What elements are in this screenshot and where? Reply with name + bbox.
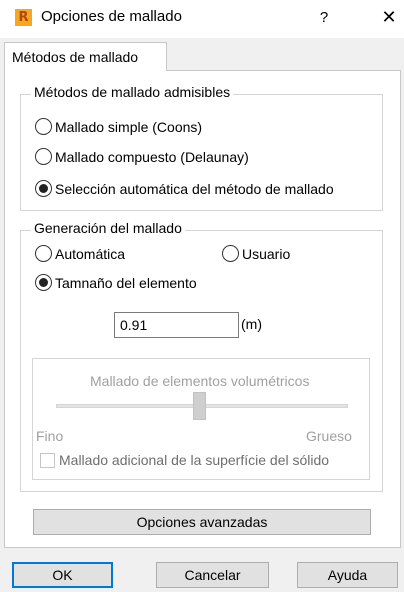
radio-usuario[interactable]: Usuario — [222, 245, 290, 262]
radio-label: Selección automática del método de malla… — [55, 180, 334, 197]
advanced-options-button[interactable]: Opciones avanzadas — [33, 509, 371, 535]
help-icon[interactable]: ? — [312, 5, 336, 31]
radio-mallado-compuesto[interactable]: Mallado compuesto (Delaunay) — [35, 148, 249, 165]
radio-circle — [35, 245, 52, 262]
mesh-density-slider-thumb[interactable] — [193, 392, 206, 420]
ok-button[interactable]: OK — [12, 562, 113, 588]
checkbox-box — [40, 452, 55, 468]
checkbox-label: Mallado adicional de la superfície del s… — [59, 452, 330, 468]
methods-group-title: Métodos de mallado admisibles — [31, 84, 234, 100]
surface-mesh-checkbox[interactable]: Mallado adicional de la superfície del s… — [40, 452, 329, 468]
window-title: Opciones de mallado — [41, 8, 182, 25]
radio-circle — [222, 245, 239, 262]
slider-max-label: Grueso — [306, 428, 352, 444]
generation-group-title: Generación del mallado — [31, 220, 185, 236]
radio-label: Tamnaño del elemento — [55, 274, 197, 291]
radio-circle — [35, 148, 52, 165]
cancel-button[interactable]: Cancelar — [156, 562, 269, 588]
help-button[interactable]: Ayuda — [297, 562, 398, 588]
radio-tamano-elemento[interactable]: Tamnaño del elemento — [35, 274, 197, 291]
tab-label: Métodos de mallado — [12, 49, 139, 65]
radio-label: Mallado simple (Coons) — [55, 118, 203, 135]
close-icon[interactable]: ✕ — [378, 5, 400, 31]
tab-metodos-de-mallado[interactable]: Métodos de mallado — [4, 42, 167, 71]
radio-label: Usuario — [242, 245, 291, 262]
radio-label: Automática — [55, 245, 126, 262]
title-bar: R Opciones de mallado ? ✕ — [0, 0, 404, 38]
volumetric-title: Mallado de elementos volumétricos — [90, 373, 310, 389]
app-icon: R — [15, 9, 32, 26]
slider-min-label: Fino — [36, 428, 64, 444]
element-size-input[interactable] — [114, 312, 239, 338]
element-size-unit: (m) — [241, 316, 262, 332]
radio-seleccion-automatica[interactable]: Selección automática del método de malla… — [35, 180, 334, 197]
radio-label: Mallado compuesto (Delaunay) — [55, 148, 249, 165]
radio-circle — [35, 118, 52, 135]
radio-circle-selected — [35, 180, 52, 197]
radio-circle-selected — [35, 274, 52, 291]
radio-mallado-simple[interactable]: Mallado simple (Coons) — [35, 118, 202, 135]
radio-automatica[interactable]: Automática — [35, 245, 125, 262]
